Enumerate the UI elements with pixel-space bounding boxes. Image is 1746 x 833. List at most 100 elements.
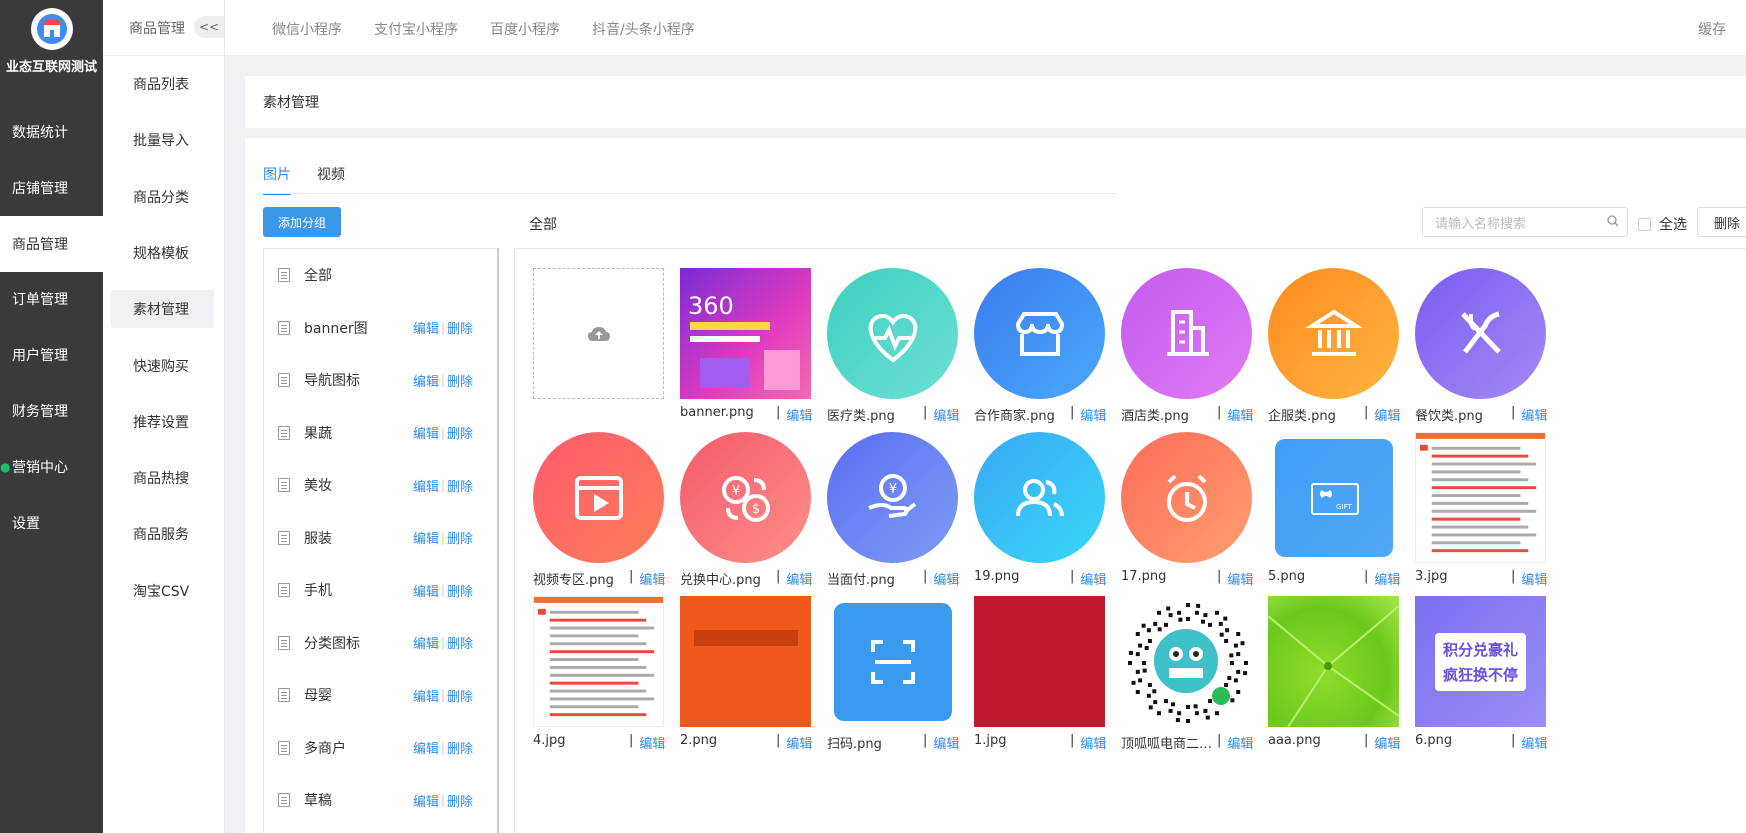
image-edit-link[interactable]: 编辑	[1521, 733, 1547, 752]
image-thumbnail[interactable]	[974, 596, 1105, 727]
image-edit-link[interactable]: 编辑	[1374, 405, 1400, 424]
shop-logo-icon[interactable]	[30, 8, 73, 50]
image-thumbnail[interactable]	[1121, 432, 1252, 563]
image-thumbnail[interactable]	[1415, 268, 1546, 399]
image-edit-link[interactable]: 编辑	[1521, 405, 1547, 424]
tab-baidu-miniapp[interactable]: 百度小程序	[490, 19, 560, 39]
image-card[interactable]: 顶呱呱电商二维码.png| 编辑	[1113, 596, 1257, 756]
tab-douyin-miniapp[interactable]: 抖音/头条小程序	[592, 19, 695, 39]
image-card[interactable]: 餐饮类.png | 编辑	[1407, 268, 1551, 428]
sidebar-item-3[interactable]: 订单管理	[0, 271, 103, 327]
image-edit-link[interactable]: 编辑	[933, 405, 959, 424]
image-card[interactable]: 酒店类.png | 编辑	[1113, 268, 1257, 428]
image-edit-link[interactable]: 编辑	[786, 569, 812, 588]
image-card[interactable]: 视频专区.png | 编辑	[525, 432, 669, 592]
image-card[interactable]: ¥ 当面付.png | 编辑	[819, 432, 963, 592]
group-delete-link[interactable]: 删除	[447, 686, 473, 705]
image-edit-link[interactable]: 编辑	[1374, 733, 1400, 752]
image-thumbnail[interactable]	[533, 432, 664, 563]
image-card[interactable]: 扫码.png | 编辑	[819, 596, 963, 756]
image-edit-link[interactable]: 编辑	[1080, 569, 1106, 588]
tab-images[interactable]: 图片	[263, 164, 291, 195]
image-edit-link[interactable]: 编辑	[933, 569, 959, 588]
image-card[interactable]: 企服类.png | 编辑	[1260, 268, 1404, 428]
subnav-item-9[interactable]: 淘宝CSV	[111, 572, 214, 610]
group-item[interactable]: 服装 编辑 | 删除	[264, 512, 498, 564]
add-group-button[interactable]: 添加分组	[263, 207, 341, 237]
image-thumbnail[interactable]: 积分兑豪礼 疯狂换不停	[1415, 596, 1546, 727]
image-thumbnail[interactable]	[533, 596, 664, 727]
group-item[interactable]: 全部	[264, 249, 498, 301]
sidebar-item-1[interactable]: 店铺管理	[0, 160, 103, 216]
image-edit-link[interactable]: 编辑	[1227, 569, 1253, 588]
checkbox-icon[interactable]	[1638, 217, 1651, 231]
group-edit-link[interactable]: 编辑	[413, 581, 439, 600]
cache-button[interactable]: 缓存	[1698, 19, 1726, 39]
group-item[interactable]: 果蔬 编辑 | 删除	[264, 407, 498, 459]
group-delete-link[interactable]: 删除	[447, 581, 473, 600]
subnav-item-8[interactable]: 商品服务	[111, 515, 214, 553]
image-thumbnail[interactable]	[1268, 268, 1399, 399]
group-delete-link[interactable]: 删除	[447, 633, 473, 652]
group-delete-link[interactable]: 删除	[447, 528, 473, 547]
group-edit-link[interactable]: 编辑	[413, 528, 439, 547]
image-thumbnail[interactable]	[1121, 268, 1252, 399]
sidebar-item-5[interactable]: 财务管理	[0, 383, 103, 439]
image-card[interactable]: 17.png | 编辑	[1113, 432, 1257, 592]
image-card[interactable]: 积分兑豪礼 疯狂换不停 6.png | 编辑	[1407, 596, 1551, 756]
group-edit-link[interactable]: 编辑	[413, 738, 439, 757]
group-edit-link[interactable]: 编辑	[413, 371, 439, 390]
group-edit-link[interactable]: 编辑	[413, 686, 439, 705]
sidebar-item-4[interactable]: 用户管理	[0, 327, 103, 383]
image-edit-link[interactable]: 编辑	[1080, 405, 1106, 424]
search-input[interactable]: 请输入名称搜索	[1422, 207, 1628, 237]
image-card[interactable]: aaa.png | 编辑	[1260, 596, 1404, 756]
image-edit-link[interactable]: 编辑	[786, 405, 812, 424]
image-thumbnail[interactable]	[1121, 596, 1252, 727]
collapse-button[interactable]: <<	[194, 16, 224, 38]
image-thumbnail[interactable]	[1415, 432, 1546, 563]
image-card[interactable]: 3.jpg | 编辑	[1407, 432, 1551, 592]
image-thumbnail[interactable]	[827, 596, 958, 727]
group-delete-link[interactable]: 删除	[447, 476, 473, 495]
upload-cell[interactable]	[525, 268, 669, 428]
image-edit-link[interactable]: 编辑	[786, 733, 812, 752]
subnav-item-1[interactable]: 批量导入	[111, 121, 214, 159]
image-edit-link[interactable]: 编辑	[1521, 569, 1547, 588]
subnav-item-4[interactable]: 素材管理	[111, 290, 214, 329]
group-list-scrollbar[interactable]	[497, 248, 499, 833]
image-edit-link[interactable]: 编辑	[639, 733, 665, 752]
image-thumbnail[interactable]: GIFT	[1268, 432, 1399, 563]
image-card[interactable]: 2.png | 编辑	[672, 596, 816, 756]
image-card[interactable]: 合作商家.png | 编辑	[966, 268, 1110, 428]
subnav-item-5[interactable]: 快速购买	[111, 347, 214, 385]
image-thumbnail[interactable]: ¥ $	[680, 432, 811, 563]
group-edit-link[interactable]: 编辑	[413, 423, 439, 442]
image-thumbnail[interactable]: ¥	[827, 432, 958, 563]
sidebar-item-7[interactable]: 设置	[0, 495, 103, 551]
image-edit-link[interactable]: 编辑	[933, 733, 959, 752]
image-thumbnail[interactable]	[974, 432, 1105, 563]
group-item[interactable]: 分类图标 编辑 | 删除	[264, 617, 498, 669]
group-item[interactable]: 导航图标 编辑 | 删除	[264, 354, 498, 406]
subnav-item-7[interactable]: 商品热搜	[111, 459, 214, 497]
group-item[interactable]: 多商户 编辑 | 删除	[264, 722, 498, 774]
image-card[interactable]: 1.jpg | 编辑	[966, 596, 1110, 756]
subnav-item-2[interactable]: 商品分类	[111, 178, 214, 216]
search-icon[interactable]	[1607, 215, 1619, 230]
image-card[interactable]: ¥ $ 兑换中心.png | 编辑	[672, 432, 816, 592]
sidebar-item-0[interactable]: 数据统计	[0, 104, 103, 160]
image-card[interactable]: 医疗类.png | 编辑	[819, 268, 963, 428]
tab-wechat-miniapp[interactable]: 微信小程序	[272, 19, 342, 39]
sidebar-item-6[interactable]: ● 营销中心	[0, 439, 103, 495]
sidebar-item-2[interactable]: 商品管理	[0, 216, 103, 272]
image-thumbnail[interactable]	[974, 268, 1105, 399]
image-card[interactable]: 4.jpg | 编辑	[525, 596, 669, 756]
group-delete-link[interactable]: 删除	[447, 738, 473, 757]
group-edit-link[interactable]: 编辑	[413, 633, 439, 652]
group-edit-link[interactable]: 编辑	[413, 318, 439, 337]
image-edit-link[interactable]: 编辑	[1080, 733, 1106, 752]
group-edit-link[interactable]: 编辑	[413, 791, 439, 810]
group-item[interactable]: 草稿 编辑 | 删除	[264, 774, 498, 826]
delete-button[interactable]: 删除	[1697, 207, 1746, 237]
